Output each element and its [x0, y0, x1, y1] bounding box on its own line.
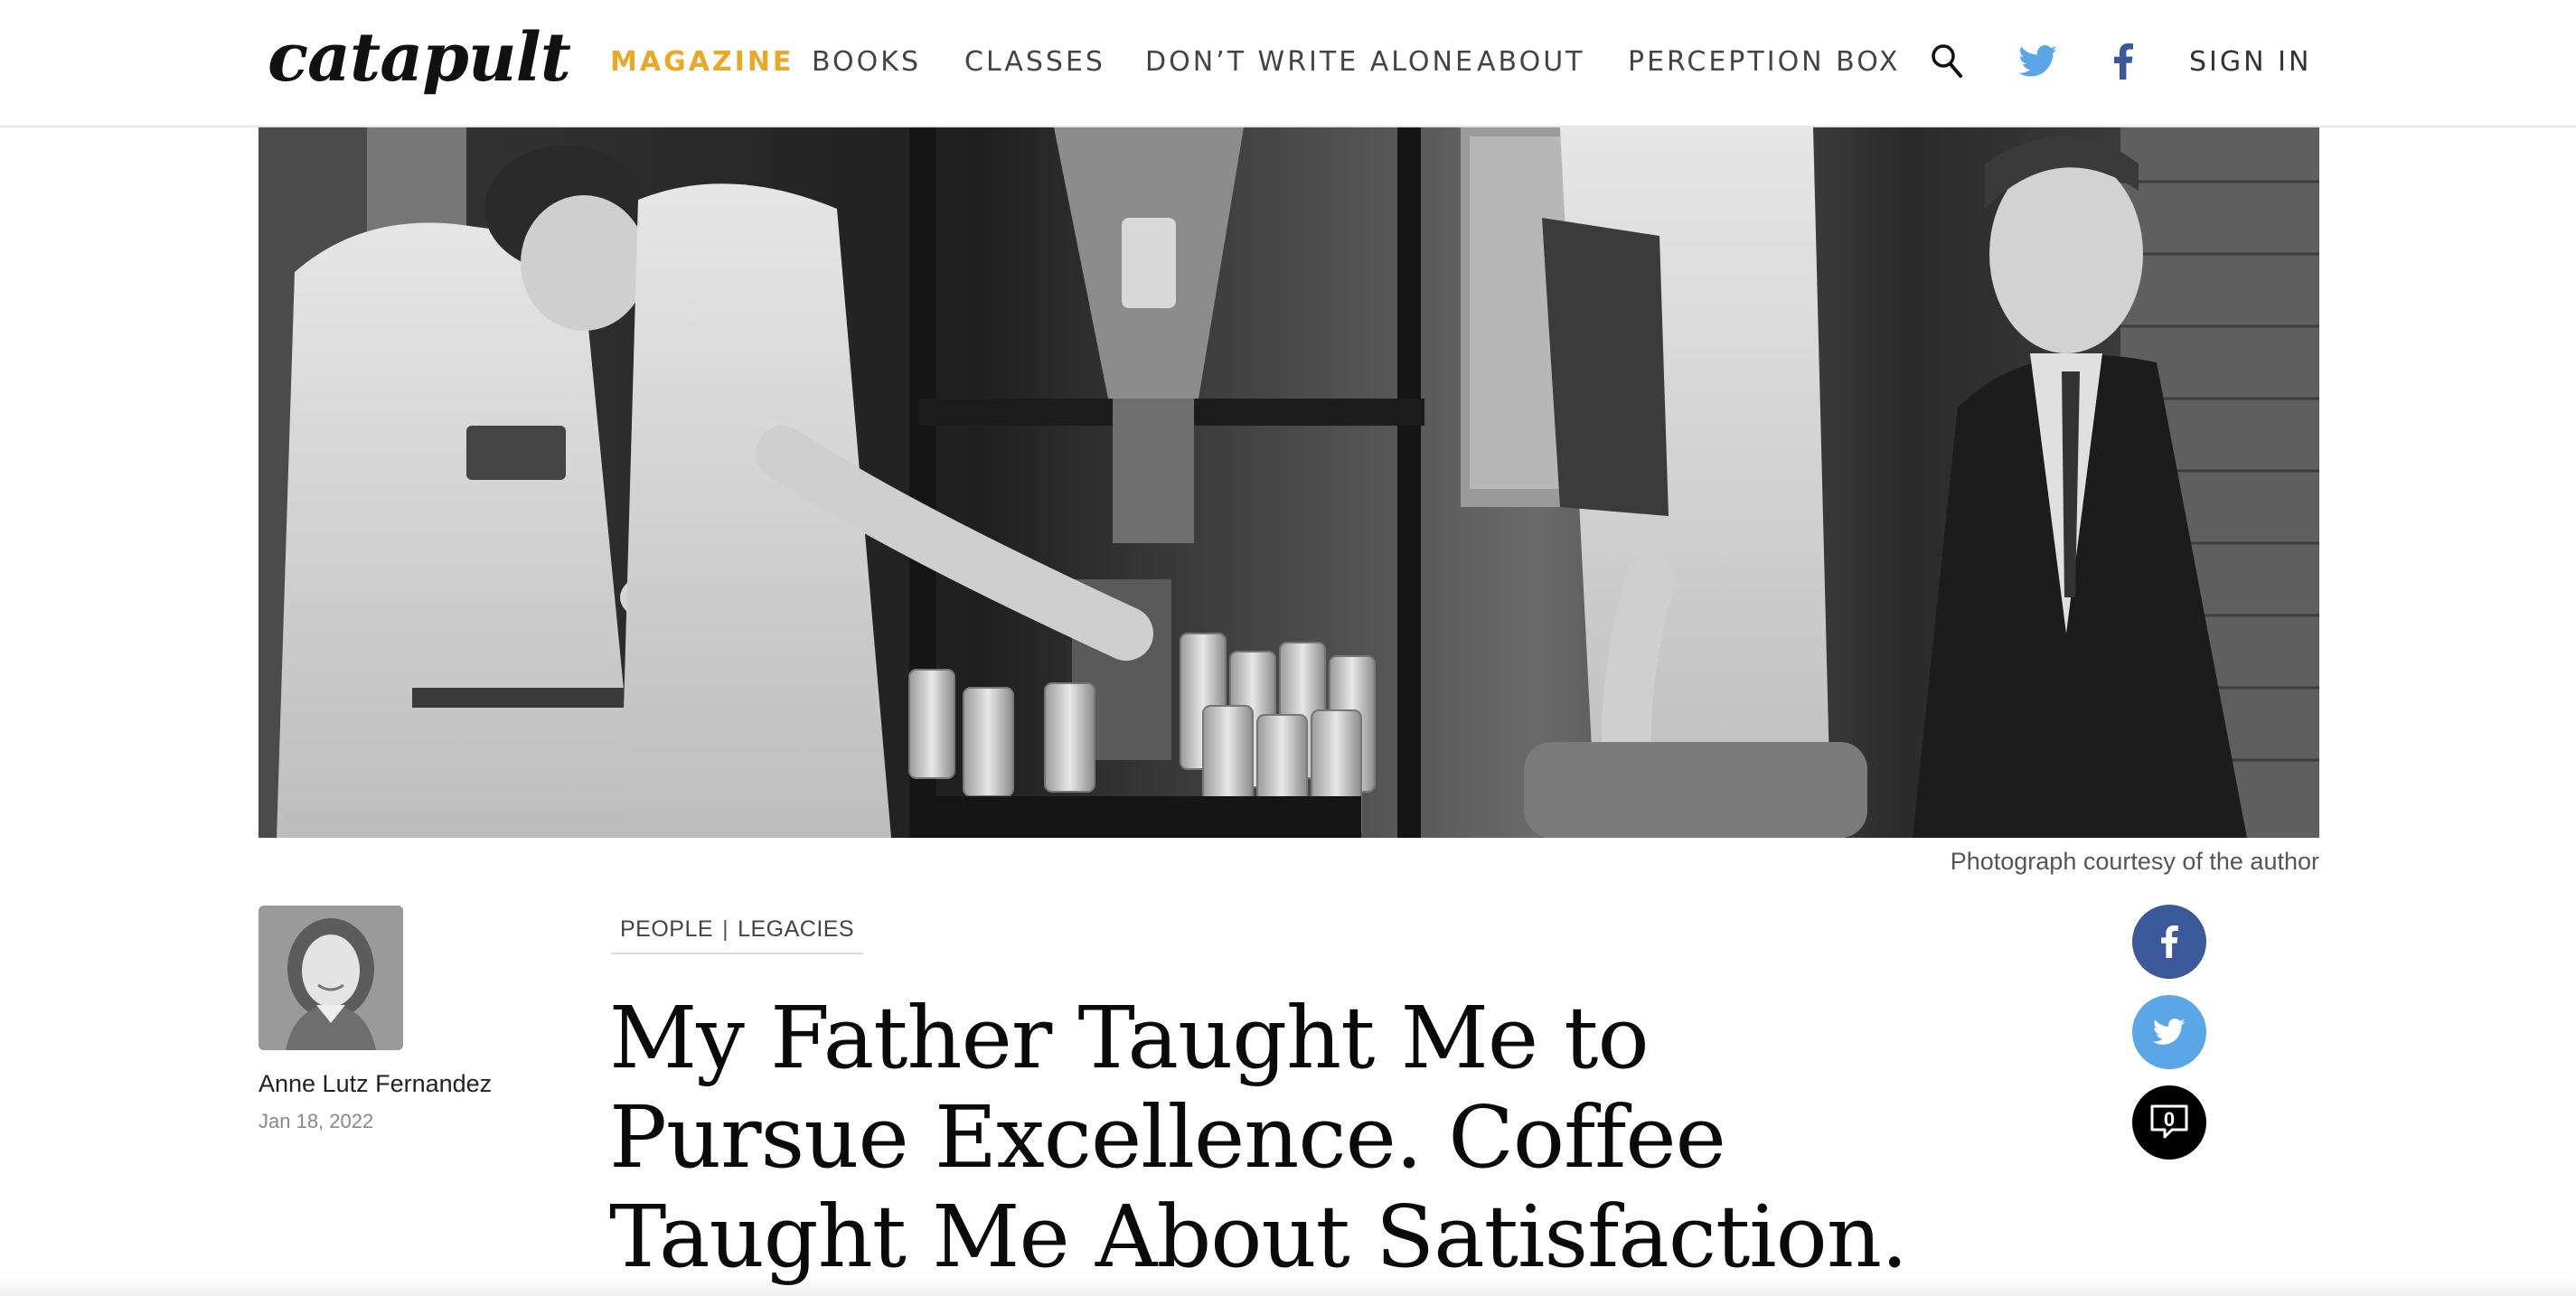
- twitter-share-button[interactable]: [2132, 995, 2206, 1069]
- facebook-share-button[interactable]: [2132, 905, 2206, 979]
- comments-button[interactable]: 0: [2132, 1085, 2206, 1160]
- nav-item-perception-box[interactable]: PERCEPTION BOX: [1628, 40, 1900, 85]
- search-icon: [1932, 44, 1962, 78]
- comment-count: 0: [2163, 1108, 2176, 1131]
- nav-item-books[interactable]: BOOKS: [812, 40, 921, 85]
- hero-photo: [259, 127, 2319, 838]
- photo-caption: Photograph courtesy of the author: [1950, 848, 2319, 875]
- catapult-logo[interactable]: catapult: [264, 20, 571, 96]
- author-avatar[interactable]: [259, 906, 403, 1050]
- vintage-photo-illustration: [259, 127, 2319, 838]
- tag-separator: |: [722, 916, 729, 942]
- nav-item-dont-write-alone[interactable]: DON’T WRITE ALONE: [1145, 40, 1475, 85]
- nav-item-about[interactable]: ABOUT: [1477, 40, 1584, 85]
- author-portrait: [259, 906, 403, 1050]
- facebook-link[interactable]: [2110, 36, 2137, 87]
- article-tags: PEOPLE | LEGACIES: [611, 915, 864, 954]
- nav-item-magazine[interactable]: MAGAZINE: [610, 40, 794, 85]
- facebook-icon: [2114, 43, 2133, 80]
- search-button[interactable]: [1929, 36, 1965, 87]
- twitter-link[interactable]: [2017, 36, 2059, 87]
- facebook-share-icon: [2161, 925, 2178, 958]
- twitter-icon: [2018, 45, 2057, 77]
- site-header: catapult MAGAZINE BOOKS CLASSES DON’T WR…: [0, 0, 2576, 127]
- author-name[interactable]: Anne Lutz Fernandez: [259, 1070, 492, 1098]
- sign-in-link[interactable]: SIGN IN: [2189, 40, 2311, 85]
- logo-wordmark: catapult: [268, 19, 571, 97]
- bottom-shadow: [0, 1276, 2576, 1296]
- nav-item-classes[interactable]: CLASSES: [964, 40, 1105, 85]
- tag-people[interactable]: PEOPLE: [620, 916, 713, 942]
- tag-legacies[interactable]: LEGACIES: [738, 916, 854, 942]
- publish-date: Jan 18, 2022: [259, 1110, 374, 1132]
- twitter-share-icon: [2153, 1019, 2186, 1045]
- article-title: My Father Taught Me to Pursue Excellence…: [609, 989, 1908, 1287]
